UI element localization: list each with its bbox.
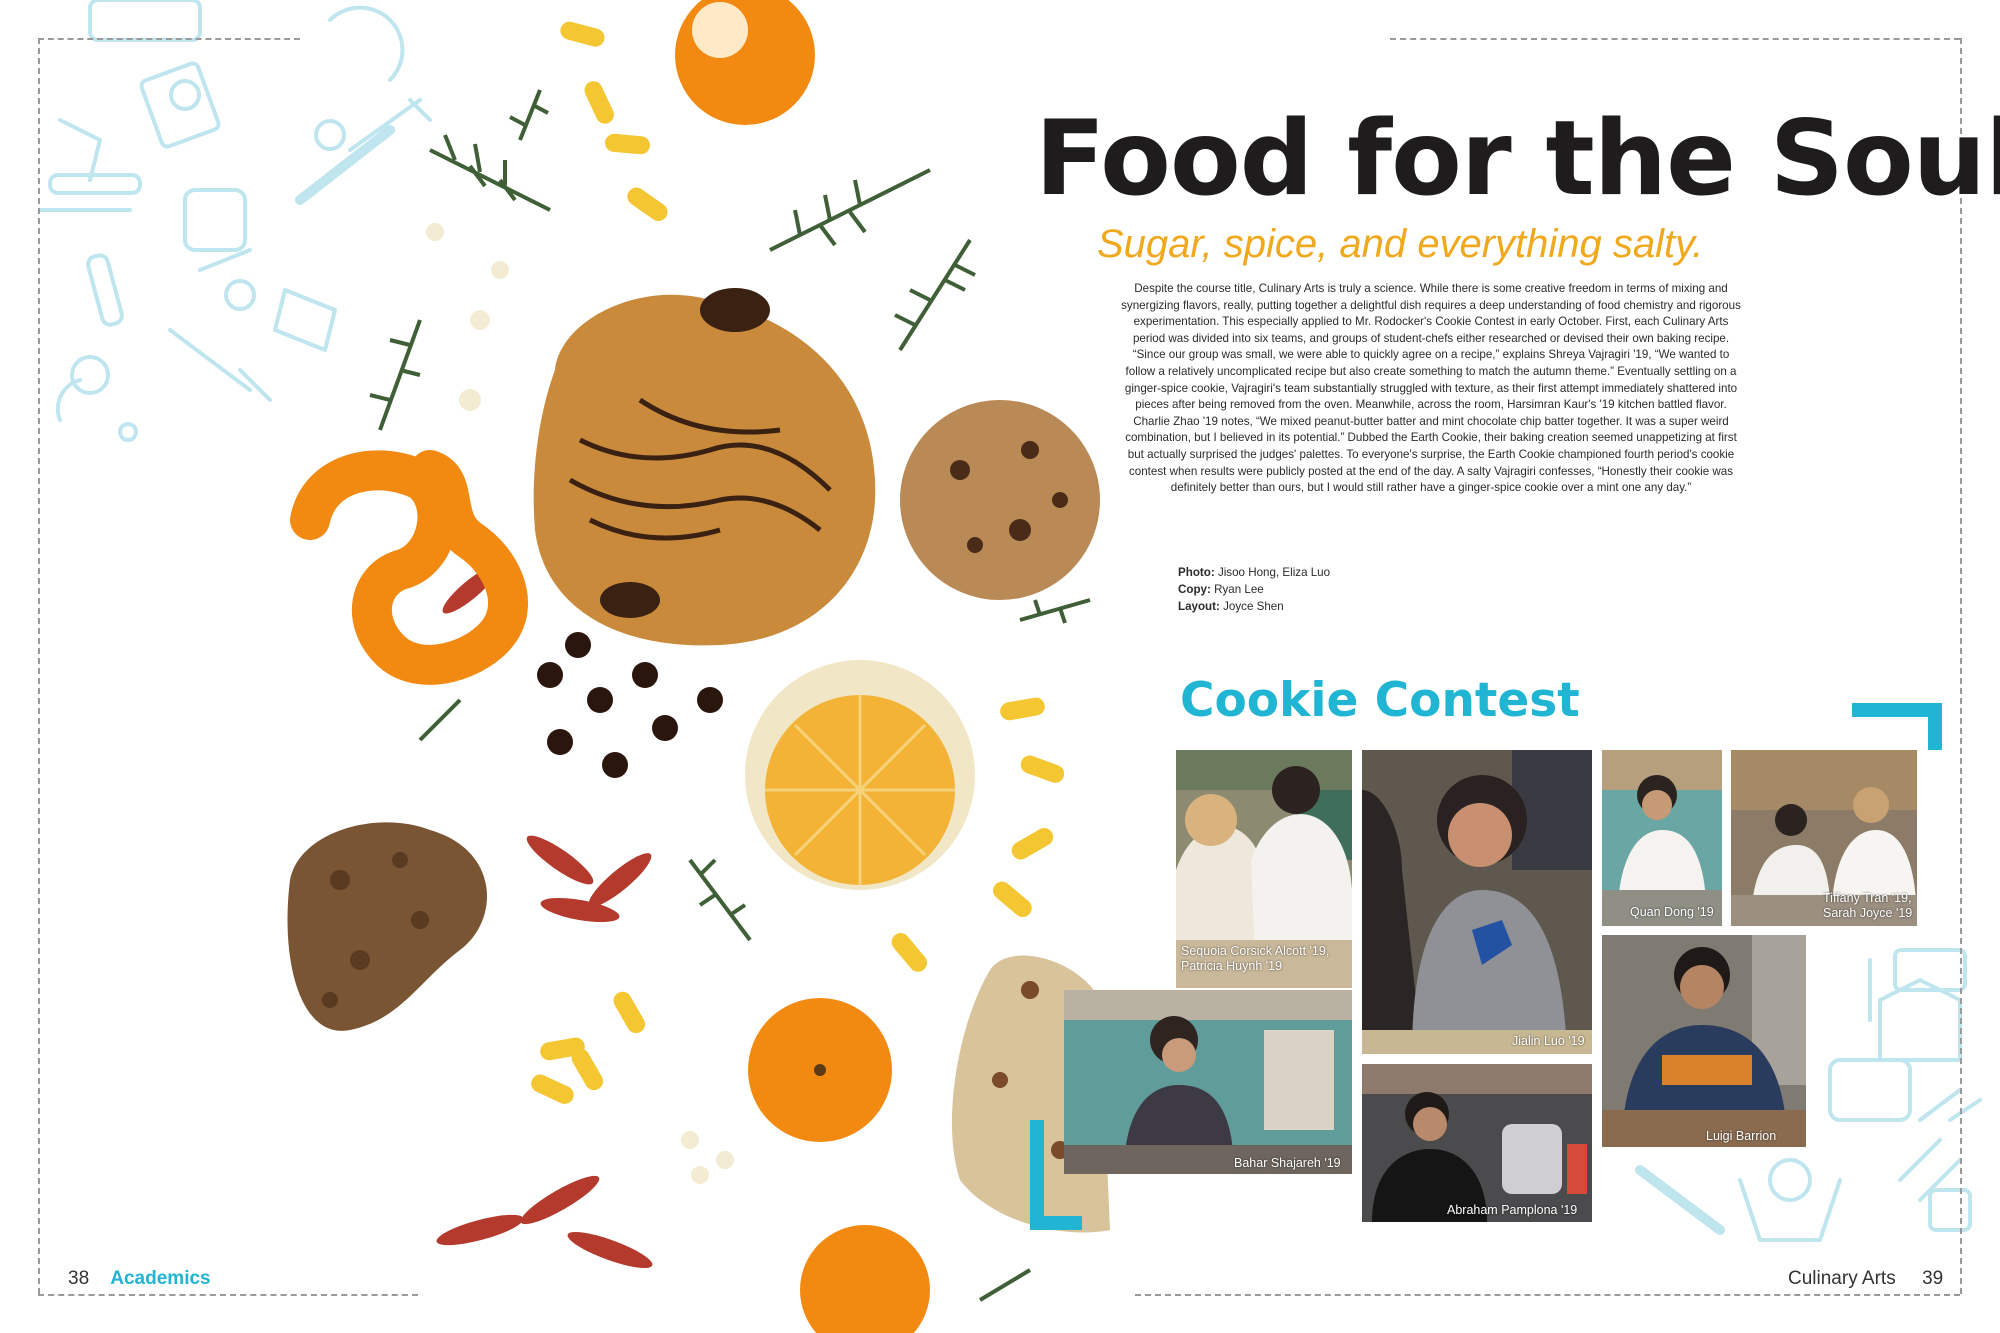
left-page-section: Academics xyxy=(110,1268,211,1289)
right-page-number: 39 xyxy=(1922,1268,1944,1289)
photo-jialin-luo: Jialin Luo '19 xyxy=(1362,750,1592,1054)
food-flatlay-photo xyxy=(287,0,1110,1333)
photo-sequoia-patricia: Sequoia Corsick Alcott '19, Patricia Huy… xyxy=(1176,750,1352,988)
credit-copy: Copy: Ryan Lee xyxy=(1178,582,1264,596)
accent-bracket-bottom-horizontal xyxy=(1030,1216,1082,1230)
article-body: Despite the course title, Culinary Arts … xyxy=(1121,282,1741,495)
page-border-bottom-left xyxy=(38,1294,418,1296)
chocolate-chip-cookie xyxy=(900,400,1100,600)
oatmeal-cookie xyxy=(287,822,488,1031)
accent-bracket-top-vertical xyxy=(1928,703,1942,750)
credit-layout: Layout: Joyce Shen xyxy=(1178,599,1284,613)
accent-bracket-bottom-vertical xyxy=(1030,1120,1044,1230)
photo-caption: Bahar Shajareh '19 xyxy=(1234,1156,1341,1170)
credit-photo: Photo: Jisoo Hong, Eliza Luo xyxy=(1178,566,1331,579)
croissant xyxy=(533,294,876,646)
photo-caption: Luigi Barrion xyxy=(1706,1129,1777,1143)
sidebar-title: Cookie Contest xyxy=(1180,673,1580,728)
photo-caption: Tiffany Tran '19, Sarah Joyce '19 xyxy=(1823,891,1913,920)
article-credits: Photo: Jisoo Hong, Eliza Luo Copy: Ryan … xyxy=(1178,565,1478,615)
yearbook-spread: Food for the Soul Sugar, spice, and ever… xyxy=(0,0,2000,1333)
photo-caption: Abraham Pamplona '19 xyxy=(1447,1203,1578,1217)
page-border-top-right xyxy=(1390,38,1960,40)
article-subtitle: Sugar, spice, and everything salty. xyxy=(1097,222,1704,266)
photo-quan-dong: Quan Dong '19 xyxy=(1602,750,1722,926)
page-border-left xyxy=(38,38,40,1294)
photo-luigi-barrion: Luigi Barrion xyxy=(1602,935,1806,1147)
article-title: Food for the Soul xyxy=(1035,99,2000,219)
right-page-running-head: Culinary Arts xyxy=(1788,1268,1896,1289)
photo-caption: Sequoia Corsick Alcott '19, Patricia Huy… xyxy=(1181,944,1330,973)
left-page-folio: 38 Academics xyxy=(68,1268,211,1290)
clementine-bottom xyxy=(800,1225,930,1333)
photo-caption: Jialin Luo '19 xyxy=(1512,1034,1585,1048)
photo-caption: Quan Dong '19 xyxy=(1630,905,1714,919)
photo-bahar-shajareh: Bahar Shajareh '19 xyxy=(1064,990,1352,1174)
photo-abraham-pamplona: Abraham Pamplona '19 xyxy=(1362,1064,1592,1222)
left-page-number: 38 xyxy=(68,1268,90,1289)
page-border-top-left xyxy=(38,38,300,40)
page-border-right xyxy=(1960,38,1962,1294)
photo-tiffany-sarah: Tiffany Tran '19, Sarah Joyce '19 xyxy=(1731,750,1917,926)
orange-peel xyxy=(290,450,528,685)
right-page-folio: Culinary Arts 39 xyxy=(1788,1268,1943,1290)
page-border-bottom-right xyxy=(1135,1294,1960,1296)
